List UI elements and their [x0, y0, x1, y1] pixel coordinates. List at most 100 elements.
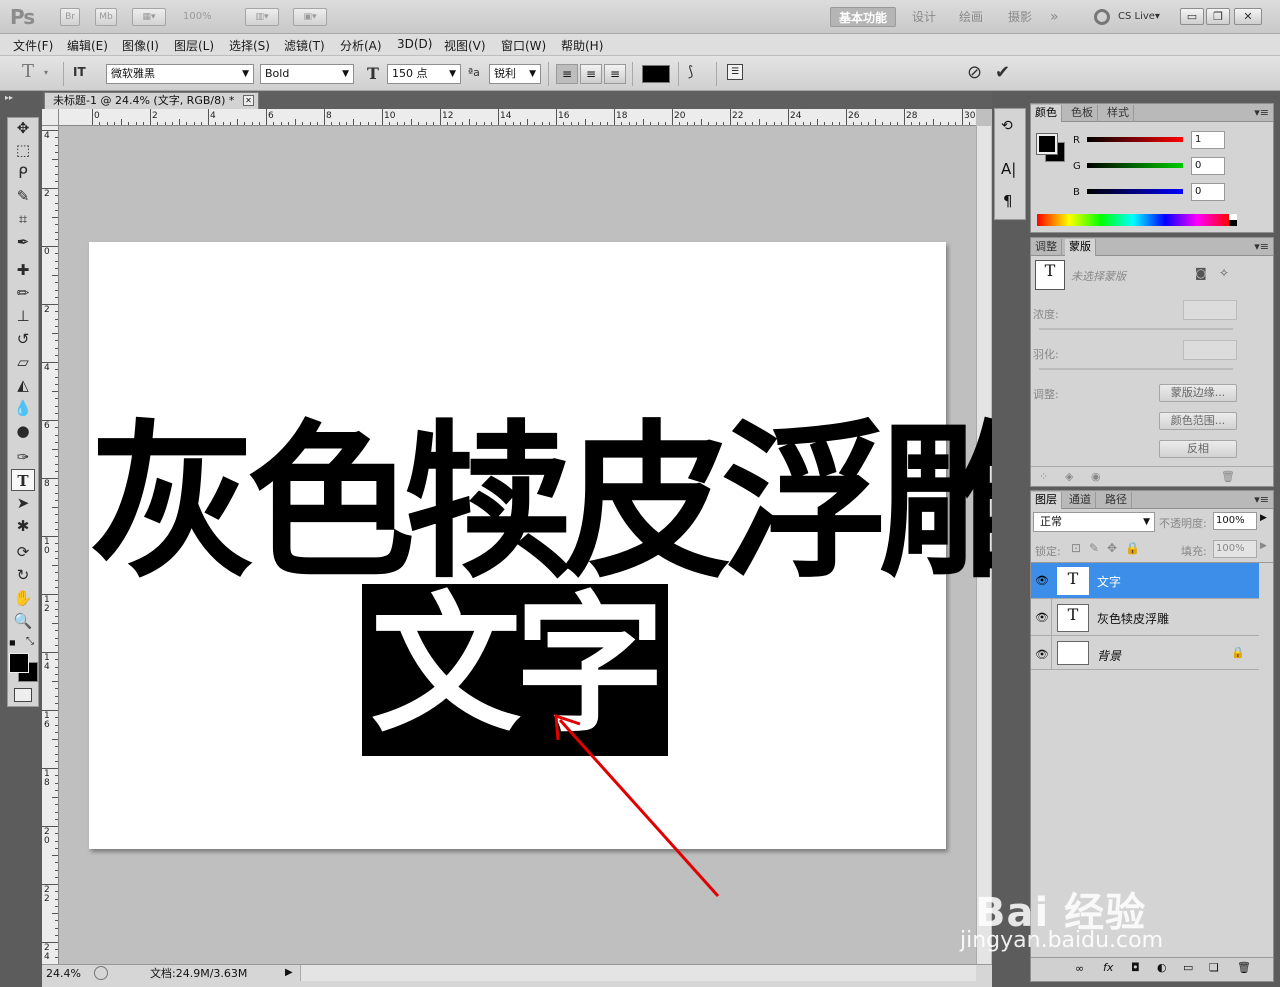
menu-window[interactable]: 窗口(W) [501, 37, 546, 54]
collapse-tools-icon[interactable]: ▸▸ [5, 93, 13, 102]
blur-tool-icon[interactable]: 💧 [11, 397, 35, 419]
menu-3d[interactable]: 3D(D) [397, 37, 432, 51]
history-panel-icon[interactable]: ⟲ [1001, 118, 1013, 134]
channel-r-slider[interactable] [1087, 137, 1183, 142]
density-input[interactable] [1183, 300, 1237, 320]
type-tool-icon[interactable]: T [11, 469, 35, 491]
panel-menu-icon[interactable]: ▾≡ [1250, 239, 1273, 256]
invert-button[interactable]: 反相 [1159, 440, 1237, 458]
mask-edge-button[interactable]: 蒙版边缘... [1159, 384, 1237, 402]
lock-image-icon[interactable]: ✎ [1089, 541, 1099, 555]
restore-button[interactable]: ❐ [1206, 8, 1230, 25]
menu-select[interactable]: 选择(S) [229, 37, 270, 54]
layer-name[interactable]: 文字 [1097, 573, 1121, 590]
3d-rotate-tool-icon[interactable]: ⟳ [11, 541, 35, 563]
status-info-icon[interactable] [94, 966, 108, 980]
paragraph-panel-icon[interactable]: ¶ [1003, 192, 1013, 210]
channel-r-input[interactable]: 1 [1191, 131, 1225, 149]
menu-filter[interactable]: 滤镜(T) [284, 37, 325, 54]
marquee-tool-icon[interactable]: ⬚ [11, 139, 35, 161]
feather-slider[interactable] [1039, 368, 1233, 370]
tab-layers[interactable]: 图层 [1031, 492, 1062, 509]
tab-styles[interactable]: 样式 [1103, 105, 1134, 122]
foreground-color-swatch[interactable] [9, 653, 29, 673]
new-layer-icon[interactable]: ❏ [1209, 961, 1219, 974]
density-slider[interactable] [1039, 328, 1233, 330]
minimize-button[interactable]: ▭ [1180, 8, 1204, 25]
tab-adjustments[interactable]: 调整 [1031, 239, 1062, 256]
horizontal-scrollbar[interactable] [300, 965, 976, 981]
menu-view[interactable]: 视图(V) [444, 37, 486, 54]
shape-tool-icon[interactable]: ✱ [11, 515, 35, 537]
menu-edit[interactable]: 编辑(E) [67, 37, 108, 54]
eye-icon[interactable]: 👁 [1035, 611, 1049, 624]
quick-selection-tool-icon[interactable]: ✎ [11, 185, 35, 207]
swap-colors-icon[interactable]: ⤡ [26, 636, 34, 647]
pen-tool-icon[interactable]: ✑ [11, 446, 35, 468]
tab-masks[interactable]: 蒙版 [1065, 239, 1096, 256]
align-right-button[interactable]: ≡ [604, 64, 626, 84]
layer-name[interactable]: 灰色犊皮浮雕 [1097, 610, 1169, 627]
cs-live-menu[interactable]: CS Live▾ [1118, 11, 1160, 22]
layer-name[interactable]: 背景 [1097, 647, 1121, 664]
antialias-select[interactable]: 锐利 ▼ [489, 64, 541, 84]
character-panel-toggle-icon[interactable]: ☰ [727, 64, 743, 80]
opacity-input[interactable]: 100% [1213, 512, 1257, 530]
channel-g-slider[interactable] [1087, 163, 1183, 168]
load-selection-icon[interactable]: ⁘ [1039, 470, 1048, 483]
delete-mask-icon[interactable]: 🗑 [1221, 470, 1235, 483]
apply-mask-icon[interactable]: ◈ [1065, 470, 1073, 483]
path-selection-tool-icon[interactable]: ➤ [11, 492, 35, 514]
menu-file[interactable]: 文件(F) [13, 37, 53, 54]
align-center-button[interactable]: ≡ [580, 64, 602, 84]
color-range-button[interactable]: 颜色范围... [1159, 412, 1237, 430]
eye-icon[interactable]: 👁 [1035, 574, 1049, 587]
3d-orbit-tool-icon[interactable]: ↻ [11, 564, 35, 586]
screen-mode-button[interactable]: ▣▾ [293, 8, 327, 26]
warp-text-icon[interactable]: ⟆ [688, 64, 693, 80]
eraser-tool-icon[interactable]: ▱ [11, 351, 35, 373]
menu-help[interactable]: 帮助(H) [561, 37, 603, 54]
paint-bucket-tool-icon[interactable]: ◭ [11, 374, 35, 396]
tab-paths[interactable]: 路径 [1101, 492, 1132, 509]
view-extras-button[interactable]: ▦▾ [132, 8, 166, 26]
color-foreground-swatch[interactable] [1036, 133, 1058, 155]
channel-b-input[interactable]: 0 [1191, 183, 1225, 201]
bridge-button[interactable]: Br [60, 8, 80, 26]
arrange-documents-button[interactable]: ▥▾ [245, 8, 279, 26]
lock-transparent-icon[interactable]: ⊡ [1071, 541, 1081, 555]
close-document-icon[interactable]: ✕ [243, 95, 254, 106]
close-window-button[interactable]: ✕ [1234, 8, 1262, 25]
align-left-button[interactable]: ≡ [556, 64, 578, 84]
history-brush-tool-icon[interactable]: ↺ [11, 328, 35, 350]
character-panel-icon[interactable]: A| [1001, 160, 1016, 178]
add-pixel-mask-icon[interactable]: ◙ [1195, 266, 1207, 280]
font-family-select[interactable]: 微软雅黑 ▼ [106, 64, 254, 84]
dodge-tool-icon[interactable]: ● [11, 420, 35, 442]
quick-mask-icon[interactable] [14, 688, 32, 702]
crop-tool-icon[interactable]: ⌗ [11, 208, 35, 230]
panel-menu-icon[interactable]: ▾≡ [1250, 492, 1273, 509]
layer-row-text[interactable]: 👁 T 文字 [1031, 563, 1259, 599]
font-size-select[interactable]: 150 点 ▼ [387, 64, 461, 84]
link-layers-icon[interactable]: ∞ [1075, 962, 1084, 975]
eye-icon[interactable]: 👁 [1035, 648, 1049, 661]
move-tool-icon[interactable]: ✥ [11, 117, 35, 139]
commit-edits-icon[interactable]: ✔ [995, 62, 1010, 83]
healing-brush-tool-icon[interactable]: ✚ [11, 259, 35, 281]
adjustment-layer-icon[interactable]: ◐ [1157, 961, 1167, 974]
menu-image[interactable]: 图像(I) [122, 37, 159, 54]
layer-row-relief-text[interactable]: 👁 T 灰色犊皮浮雕 [1031, 600, 1259, 636]
eyedropper-tool-icon[interactable]: ✒ [11, 231, 35, 253]
toggle-text-orientation-button[interactable]: IT [73, 65, 86, 79]
workspace-design[interactable]: 设计 [912, 7, 936, 27]
fill-slider-arrow-icon[interactable]: ▶ [1260, 541, 1267, 551]
ruler-origin[interactable] [42, 109, 59, 126]
workspace-essentials[interactable]: 基本功能 [830, 7, 896, 27]
disable-mask-icon[interactable]: ◉ [1091, 470, 1101, 483]
workspace-painting[interactable]: 绘画 [959, 7, 983, 27]
hand-tool-icon[interactable]: ✋ [11, 587, 35, 609]
new-group-icon[interactable]: ▭ [1183, 961, 1193, 974]
tab-color[interactable]: 颜色 [1031, 105, 1062, 122]
more-workspaces-button[interactable]: » [1050, 7, 1059, 27]
